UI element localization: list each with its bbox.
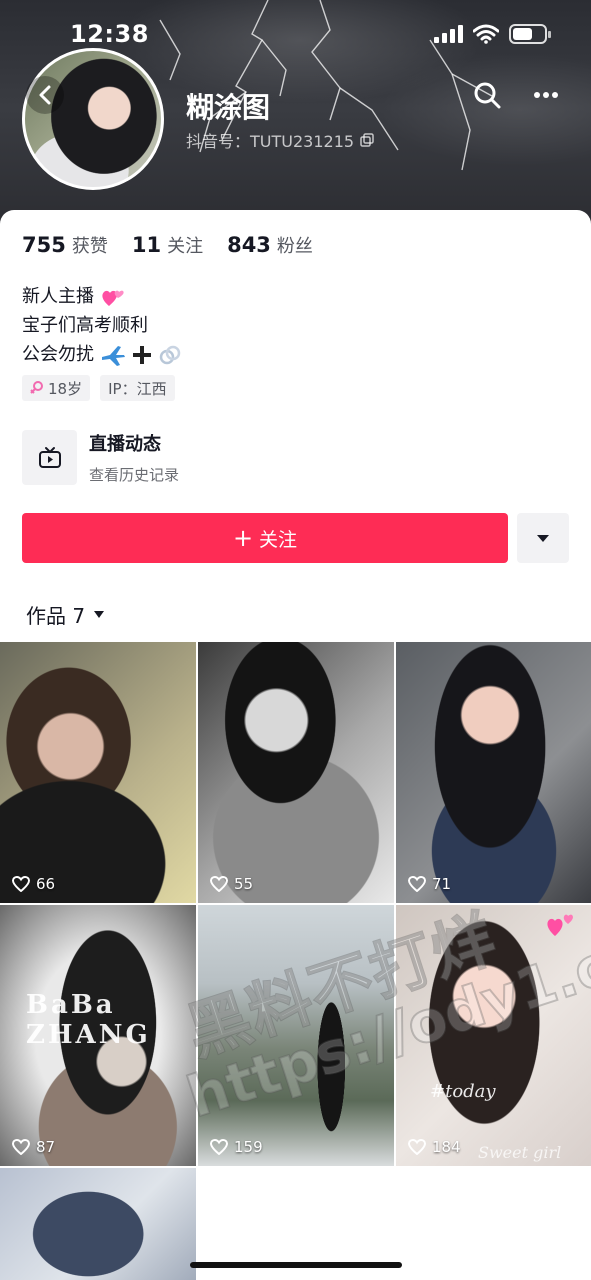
stat-followers-value: 843 xyxy=(227,233,271,257)
bio-line: 宝子们高考顺利 xyxy=(22,311,182,340)
caret-down-icon xyxy=(94,611,105,618)
heart-icon xyxy=(210,1139,228,1155)
rings-emoji-icon xyxy=(159,345,181,364)
likes-count: 66 xyxy=(36,875,56,893)
ip-tag: IP：江西 xyxy=(100,375,175,401)
likes-count: 55 xyxy=(234,875,254,893)
video-tile[interactable]: #today Sweet girl 184 xyxy=(396,905,591,1166)
video-tile[interactable] xyxy=(0,1168,196,1280)
heart-icon xyxy=(408,1139,426,1155)
heart-icon xyxy=(408,876,426,892)
bio-line: 新人主播 xyxy=(22,282,182,311)
stat-following[interactable]: 11 关注 xyxy=(132,232,203,258)
likes-count: 87 xyxy=(36,1138,56,1156)
stat-likes-label: 获赞 xyxy=(71,236,108,257)
live-title: 直播动态 xyxy=(89,434,161,455)
ip-text: IP：江西 xyxy=(108,379,167,398)
live-history-entry[interactable]: 直播动态 查看历史记录 xyxy=(22,430,179,485)
battery-icon xyxy=(509,24,551,44)
tile-overlay-text: BaBa ZHANG xyxy=(26,990,151,1050)
wifi-icon xyxy=(473,24,499,44)
more-options-button[interactable] xyxy=(529,78,563,112)
live-text: 直播动态 查看历史记录 xyxy=(89,430,179,485)
status-time: 12:38 xyxy=(70,20,149,48)
sticker-hearts-icon xyxy=(547,914,573,936)
tile-likes: 184 xyxy=(408,1138,461,1156)
back-button[interactable] xyxy=(26,76,64,114)
search-button[interactable] xyxy=(470,78,504,112)
nickname: 糊涂图 xyxy=(186,91,271,124)
video-tile[interactable]: BaBa ZHANG 87 xyxy=(0,905,196,1166)
copy-icon[interactable] xyxy=(360,133,374,147)
follow-more-button[interactable] xyxy=(517,513,569,563)
likes-count: 159 xyxy=(234,1138,263,1156)
heart-icon xyxy=(12,876,30,892)
stat-likes-value: 755 xyxy=(22,233,66,257)
heart-icon xyxy=(12,1139,30,1155)
tab-works[interactable]: 作品 7 xyxy=(26,600,105,629)
tv-icon xyxy=(38,446,61,468)
avatar[interactable] xyxy=(22,48,164,190)
video-tile[interactable]: 55 xyxy=(198,642,394,903)
hearts-emoji-icon xyxy=(102,290,124,306)
stat-following-label: 关注 xyxy=(167,236,204,257)
bio-line: 公会勿扰 xyxy=(22,340,182,369)
bio-text: 公会勿扰 xyxy=(22,344,94,365)
follow-label: 关注 xyxy=(259,528,298,551)
profile-header: 12:38 糊涂图 抖音号：TUTU231215 xyxy=(0,0,591,240)
female-icon xyxy=(30,381,43,394)
profile-stats: 755 获赞 11 关注 843 粉丝 xyxy=(22,232,313,258)
live-subtitle: 查看历史记录 xyxy=(89,466,180,484)
age-text: 18岁 xyxy=(48,379,83,398)
tile-likes: 71 xyxy=(408,875,451,893)
age-tag: 18岁 xyxy=(22,375,91,401)
tile-likes: 87 xyxy=(12,1138,55,1156)
douyin-id[interactable]: 抖音号：TUTU231215 xyxy=(186,128,374,152)
bio-text: 宝子们高考顺利 xyxy=(22,315,148,336)
stat-followers[interactable]: 843 粉丝 xyxy=(227,232,313,258)
tile-likes: 55 xyxy=(210,875,253,893)
works-tab-label: 作品 7 xyxy=(26,604,86,628)
heart-icon xyxy=(210,876,228,892)
video-tile[interactable]: 159 xyxy=(198,905,394,1166)
video-tile[interactable]: 71 xyxy=(396,642,591,903)
search-icon xyxy=(474,82,501,109)
profile-bio: 新人主播 宝子们高考顺利 公会勿扰 xyxy=(22,282,182,369)
profile-tags: 18岁 IP：江西 xyxy=(22,375,175,401)
tile-overlay-text: Sweet girl xyxy=(478,1143,562,1162)
airplane-emoji-icon xyxy=(102,345,125,366)
video-tile[interactable]: 66 xyxy=(0,642,196,903)
likes-count: 71 xyxy=(432,875,452,893)
status-icons xyxy=(434,24,551,44)
stat-following-value: 11 xyxy=(131,233,162,257)
caret-down-icon xyxy=(537,535,549,542)
stat-followers-label: 粉丝 xyxy=(276,236,313,257)
stat-likes[interactable]: 755 获赞 xyxy=(22,232,108,258)
tile-overlay-text: #today xyxy=(430,1081,496,1102)
plus-icon: + xyxy=(232,524,254,552)
tile-likes: 159 xyxy=(210,1138,263,1156)
back-icon xyxy=(39,85,51,105)
signal-icon xyxy=(434,25,463,43)
tile-likes: 66 xyxy=(12,875,55,893)
live-icon-box xyxy=(22,430,77,485)
follow-button[interactable]: + 关注 xyxy=(22,513,508,563)
likes-count: 184 xyxy=(432,1138,461,1156)
bio-text: 新人主播 xyxy=(22,286,94,307)
more-icon xyxy=(534,92,558,98)
douyin-id-text: 抖音号：TUTU231215 xyxy=(186,132,355,151)
plus-emoji-icon xyxy=(133,345,151,364)
home-indicator[interactable] xyxy=(190,1262,402,1268)
